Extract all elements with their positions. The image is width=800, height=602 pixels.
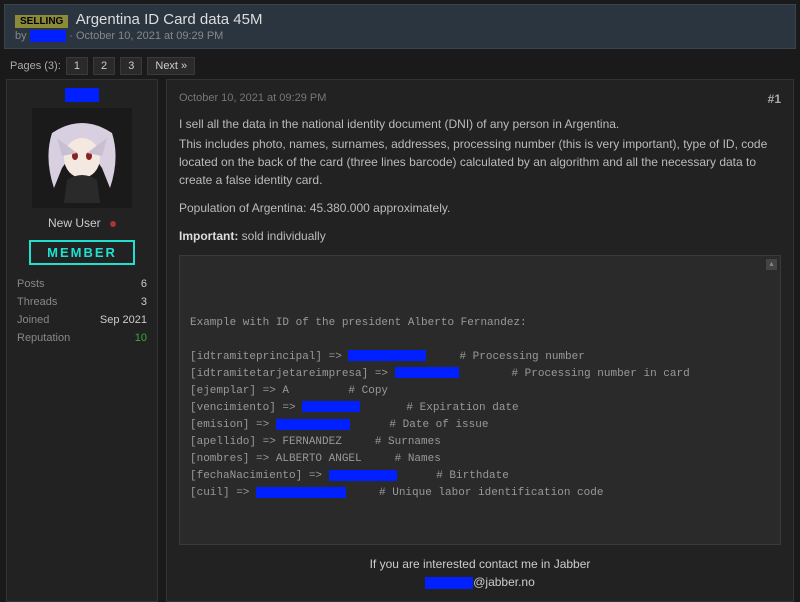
scroll-up-icon[interactable]: ▴ xyxy=(766,259,777,270)
stat-threads: Threads 3 xyxy=(15,293,149,311)
stat-value: 6 xyxy=(141,278,147,290)
user-rank: New User xyxy=(15,216,149,230)
stat-label: Joined xyxy=(17,314,49,326)
page-2[interactable]: 2 xyxy=(93,57,115,75)
contact-line1: If you are interested contact me in Jabb… xyxy=(179,555,781,573)
post-p1: I sell all the data in the national iden… xyxy=(179,115,781,133)
page-3[interactable]: 3 xyxy=(120,57,142,75)
important-label: Important: xyxy=(179,229,238,243)
thread-header: SELLING Argentina ID Card data 45M by xx… xyxy=(4,4,796,49)
thread-title: Argentina ID Card data 45M xyxy=(76,11,263,28)
post-timestamp: October 10, 2021 at 09:29 PM xyxy=(179,90,781,107)
important-text: sold individually xyxy=(238,229,325,243)
jabber-redacted xyxy=(425,577,473,589)
member-badge: MEMBER xyxy=(29,240,135,265)
post-content: October 10, 2021 at 09:29 PM #1 I sell a… xyxy=(166,79,794,602)
post-important: Important: sold individually xyxy=(179,227,781,245)
post-p2: This includes photo, names, surnames, ad… xyxy=(179,135,781,189)
stat-label: Threads xyxy=(17,296,57,308)
status-dot-icon xyxy=(110,221,116,227)
rank-text: New User xyxy=(48,216,101,230)
post-p3: Population of Argentina: 45.380.000 appr… xyxy=(179,199,781,217)
stat-label: Reputation xyxy=(17,332,70,344)
code-block[interactable]: ▴ Example with ID of the president Alber… xyxy=(179,255,781,546)
tag-selling: SELLING xyxy=(15,15,68,28)
by-label: by xyxy=(15,30,27,42)
stat-value: 3 xyxy=(141,296,147,308)
avatar[interactable] xyxy=(32,108,132,208)
byline: by xxx · October 10, 2021 at 09:29 PM xyxy=(15,30,785,42)
stat-posts: Posts 6 xyxy=(15,275,149,293)
pagination: Pages (3): 1 2 3 Next » xyxy=(0,53,800,79)
contact-info: If you are interested contact me in Jabb… xyxy=(179,555,781,591)
jabber-domain: @jabber.no xyxy=(473,575,535,589)
page-1[interactable]: 1 xyxy=(66,57,88,75)
stat-value: 10 xyxy=(135,332,147,344)
username-redacted[interactable]: x xyxy=(65,88,99,102)
byline-sep: · xyxy=(66,30,76,42)
user-stats: Posts 6 Threads 3 Joined Sep 2021 Reputatio… xyxy=(15,275,149,347)
post-number[interactable]: #1 xyxy=(768,90,781,108)
stat-joined: Joined Sep 2021 xyxy=(15,311,149,329)
stat-value: Sep 2021 xyxy=(100,314,147,326)
user-sidebar: x New User MEMBER Posts 6 Threads 3 Joined… xyxy=(6,79,158,602)
author-redacted: xxx xyxy=(30,30,67,42)
page-next[interactable]: Next » xyxy=(147,57,195,75)
stat-label: Posts xyxy=(17,278,45,290)
byline-date: October 10, 2021 at 09:29 PM xyxy=(76,30,223,42)
pages-label: Pages (3): xyxy=(10,60,61,72)
stat-reputation: Reputation 10 xyxy=(15,329,149,347)
